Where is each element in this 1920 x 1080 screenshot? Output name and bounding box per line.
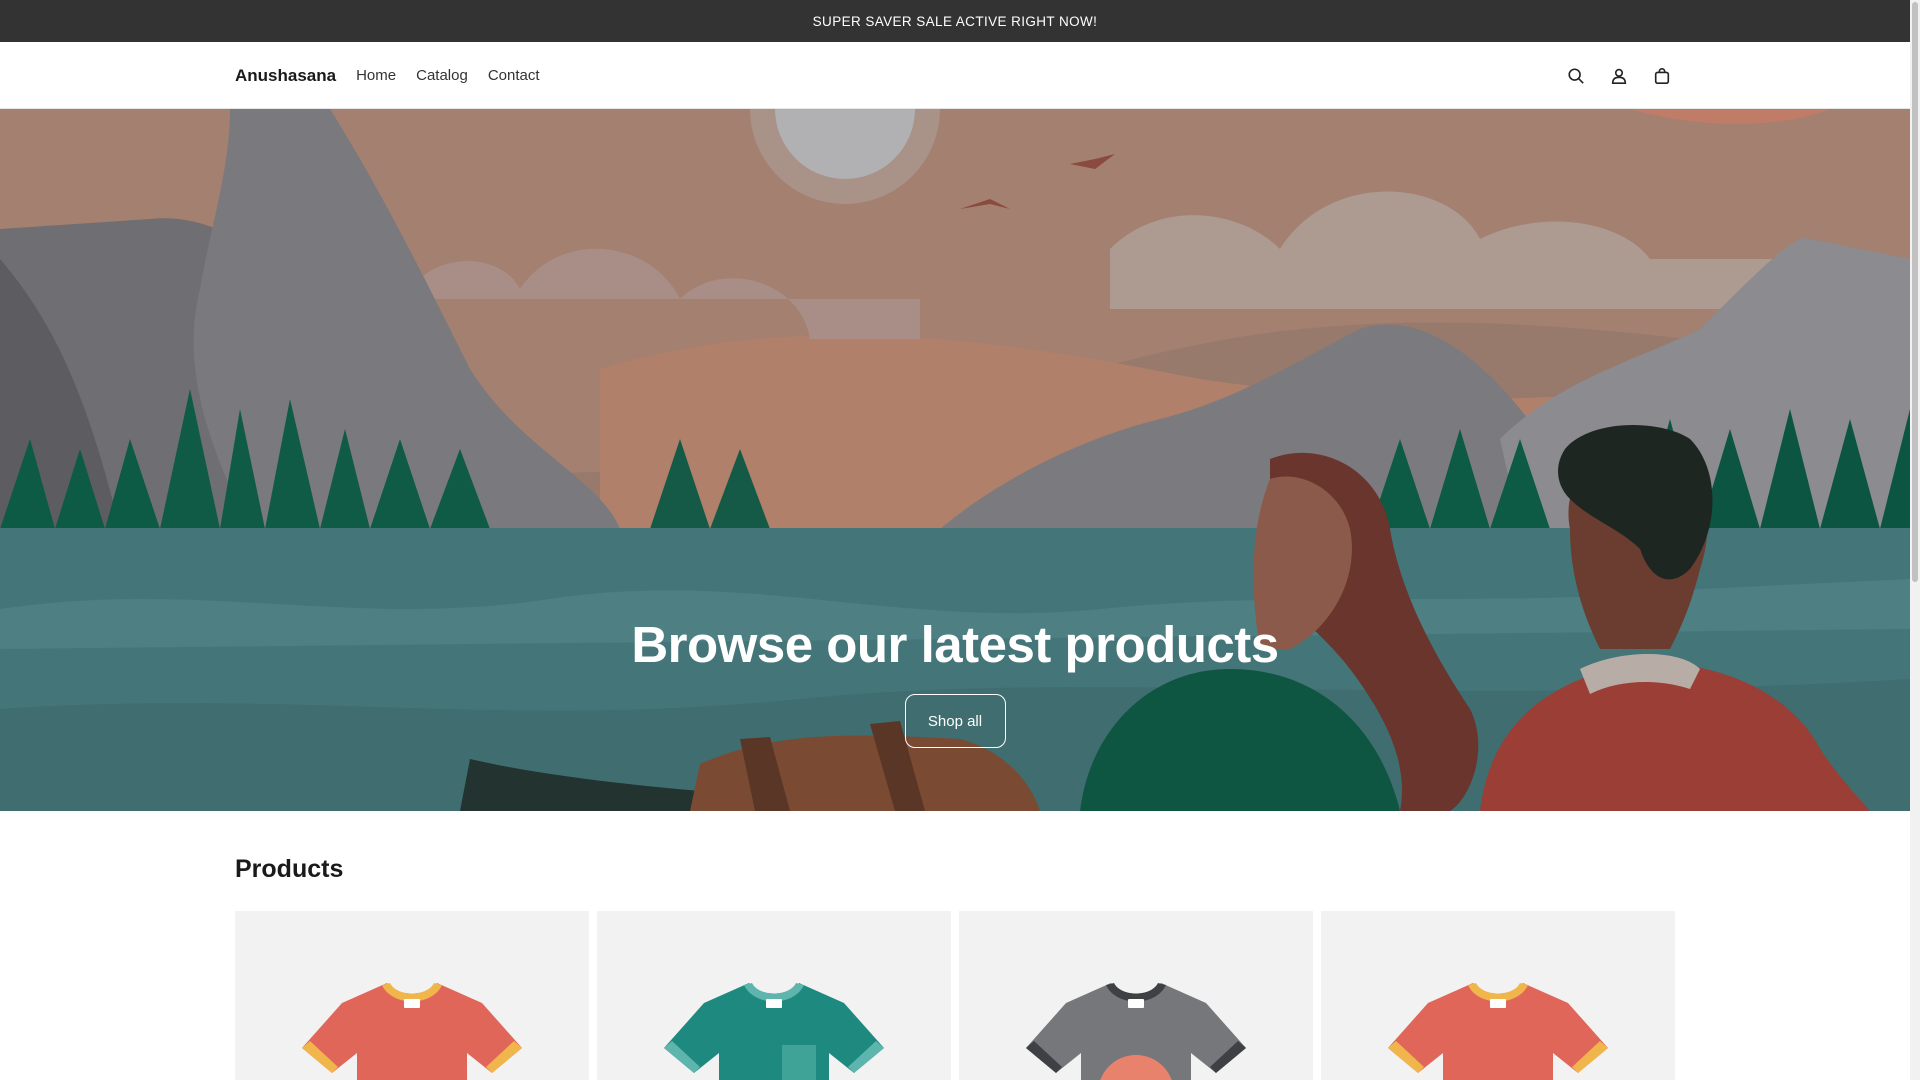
brand-logo[interactable]: Anushasana (235, 66, 336, 86)
announcement-bar: SUPER SAVER SALE ACTIVE RIGHT NOW! (0, 0, 1910, 42)
site-header: Anushasana Home Catalog Contact (0, 42, 1910, 109)
product-grid (235, 911, 1676, 1080)
announcement-text: SUPER SAVER SALE ACTIVE RIGHT NOW! (812, 13, 1098, 29)
product-card[interactable] (235, 911, 589, 1080)
cart-icon[interactable] (1649, 63, 1674, 88)
product-card[interactable] (597, 911, 951, 1080)
shop-all-button[interactable]: Shop all (904, 694, 1006, 748)
page-scrollbar[interactable] (1910, 0, 1920, 1080)
nav-home[interactable]: Home (356, 61, 406, 90)
tshirt-icon (1026, 983, 1246, 1080)
main-nav: Home Catalog Contact (356, 61, 549, 90)
scrollbar-thumb[interactable] (1912, 2, 1918, 582)
account-icon[interactable] (1606, 63, 1631, 88)
hero-banner: Browse our latest products Shop all (0, 109, 1910, 811)
product-card[interactable] (1321, 911, 1675, 1080)
products-heading: Products (235, 855, 344, 883)
hero-title: Browse our latest products (631, 616, 1279, 673)
tshirt-icon (664, 983, 884, 1080)
tshirt-icon (1388, 983, 1608, 1080)
search-icon[interactable] (1563, 63, 1588, 88)
nav-contact[interactable]: Contact (478, 61, 550, 90)
tshirt-icon (302, 983, 522, 1080)
product-card[interactable] (959, 911, 1313, 1080)
nav-catalog[interactable]: Catalog (406, 61, 478, 90)
